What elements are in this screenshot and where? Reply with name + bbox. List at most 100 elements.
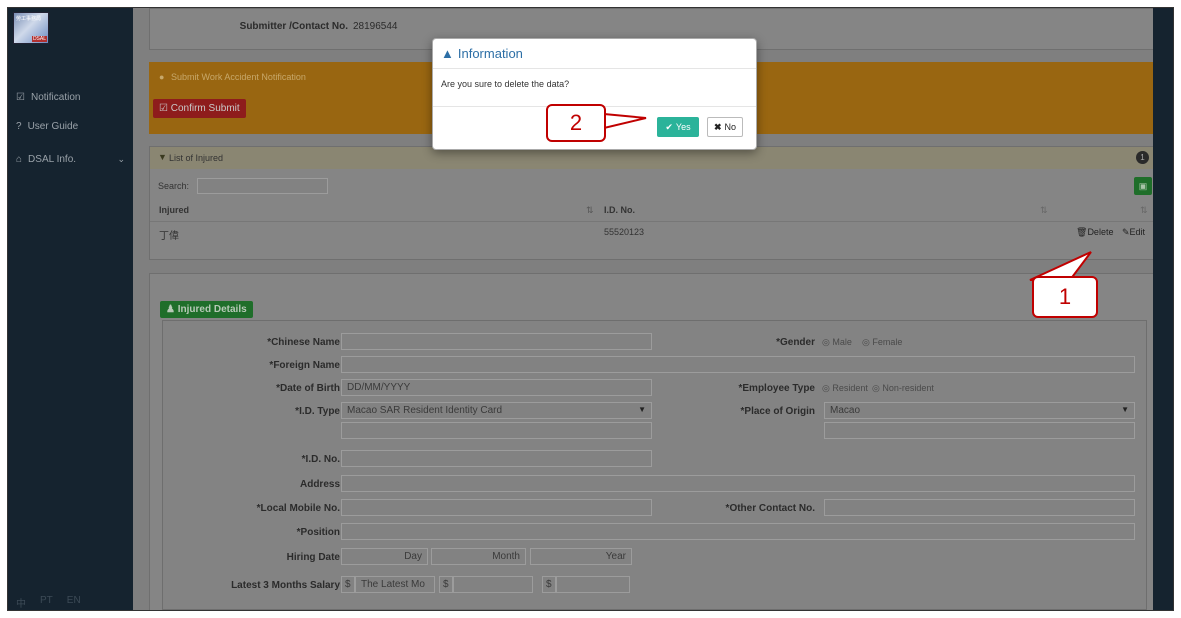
lang-en[interactable]: EN <box>67 595 81 610</box>
column-header-injured[interactable]: Injured <box>159 205 189 215</box>
column-header-id-no[interactable]: I.D. No. <box>604 205 635 215</box>
id-type-other-input[interactable] <box>341 422 652 439</box>
id-no-label: *I.D. No. <box>301 454 340 465</box>
local-mobile-label: *Local Mobile No. <box>256 503 340 514</box>
logo-badge: DSAL <box>31 36 47 42</box>
submit-section-title: Submit Work Accident Notification <box>171 72 306 82</box>
gender-radio-female[interactable]: ◎ Female <box>862 337 902 348</box>
browser-frame: 勞工事務局 DSAL ☑ Notification ? User Guide ⌂… <box>7 7 1174 611</box>
edit-label: Edit <box>1129 227 1146 237</box>
id-type-select[interactable]: Macao SAR Resident Identity Card ▼ <box>341 402 652 419</box>
dob-label: *Date of Birth <box>276 383 340 394</box>
employee-type-radio-non-resident[interactable]: ◎ Non-resident <box>872 383 934 394</box>
yes-button[interactable]: ✔ Yes <box>657 117 699 137</box>
confirm-submit-label: Confirm Submit <box>170 103 240 114</box>
dialog-header: ▲ Information <box>433 39 756 69</box>
search-label: Search: <box>158 181 190 191</box>
injured-list-header[interactable]: ▼ List of Injured 1 <box>150 147 1156 169</box>
gender-label: *Gender <box>776 337 815 348</box>
lang-zh[interactable]: 中 <box>16 595 26 610</box>
hiring-date-label: Hiring Date <box>286 552 340 563</box>
sidebar-item-dsal-info[interactable]: ⌂ DSAL Info. ⌄ <box>8 148 133 170</box>
logo-text: 勞工事務局 <box>16 16 42 22</box>
foreign-name-label: *Foreign Name <box>269 360 340 371</box>
chevron-down-icon: ▼ <box>158 152 167 162</box>
hiring-year-input[interactable]: Year <box>530 548 632 565</box>
lang-pt[interactable]: PT <box>40 595 53 610</box>
sidebar-item-notification[interactable]: ☑ Notification <box>8 86 133 108</box>
position-label: *Position <box>296 527 340 538</box>
delete-link[interactable]: 🗑Delete <box>1076 227 1113 238</box>
yes-label: Yes <box>675 122 691 132</box>
salary-month-3-input[interactable] <box>556 576 630 593</box>
language-switcher: 中 PT EN <box>16 595 81 610</box>
check-icon: ✔ <box>665 121 673 132</box>
dsal-logo[interactable]: 勞工事務局 DSAL <box>13 12 49 44</box>
salary-month-2-input[interactable] <box>453 576 533 593</box>
foreign-name-input[interactable] <box>341 356 1135 373</box>
employee-type-label: *Employee Type <box>738 383 815 394</box>
no-label: No <box>724 122 737 132</box>
scrollbar-track[interactable] <box>1153 8 1173 610</box>
gender-male-label: Male <box>832 337 852 347</box>
trash-icon: 🗑 <box>1076 227 1088 237</box>
search-input[interactable] <box>197 178 328 194</box>
other-contact-input[interactable] <box>824 499 1135 516</box>
injured-details-card: ♟ Injured Details *Chinese Name *Gender … <box>149 273 1157 610</box>
close-icon: ✖ <box>713 121 722 132</box>
callout-1: 1 <box>1032 276 1098 318</box>
resident-label: Resident <box>832 383 868 393</box>
submitter-value: 28196544 <box>353 21 398 32</box>
sidebar-item-label: User Guide <box>27 120 79 132</box>
currency-addon-1: $ <box>341 576 355 593</box>
hiring-day-input[interactable]: Day <box>341 548 428 565</box>
pencil-icon: ✎ <box>1122 227 1130 237</box>
injured-details-tab: ♟ Injured Details <box>160 301 253 318</box>
sort-icon[interactable]: ⇅ <box>1140 205 1148 216</box>
place-of-origin-other-input[interactable] <box>824 422 1135 439</box>
caret-down-icon: ▼ <box>1121 405 1129 414</box>
non-resident-label: Non-resident <box>882 383 934 393</box>
sidebar-item-user-guide[interactable]: ? User Guide <box>8 115 133 137</box>
sort-icon[interactable]: ⇅ <box>1040 205 1048 216</box>
edit-link[interactable]: ✎Edit <box>1122 227 1145 238</box>
confirm-submit-button[interactable]: ☑ Confirm Submit <box>153 99 246 118</box>
chinese-name-input[interactable] <box>341 333 652 350</box>
position-input[interactable] <box>341 523 1135 540</box>
chinese-name-label: *Chinese Name <box>267 337 340 348</box>
delete-label: Delete <box>1087 227 1114 237</box>
other-contact-label: *Other Contact No. <box>725 503 815 514</box>
submitter-label: Submitter /Contact No. <box>239 21 348 32</box>
excel-export-icon[interactable]: ▣ <box>1134 177 1152 195</box>
gender-female-label: Female <box>872 337 903 347</box>
home-icon: ⌂ <box>16 153 23 165</box>
address-input[interactable] <box>341 475 1135 492</box>
hiring-month-input[interactable]: Month <box>431 548 526 565</box>
info-icon: ● <box>159 72 165 82</box>
sidebar-item-label: DSAL Info. <box>28 153 77 165</box>
user-icon: ♟ <box>166 304 178 315</box>
no-button[interactable]: ✖ No <box>707 117 743 137</box>
sidebar-item-label: Notification <box>30 91 81 103</box>
salary-month-1-input[interactable]: The Latest Mo <box>355 576 435 593</box>
place-of-origin-select[interactable]: Macao ▼ <box>824 402 1135 419</box>
table-row: 丁偉 55520123 🗑Delete ✎Edit <box>150 221 1156 243</box>
place-of-origin-value: Macao <box>830 405 861 416</box>
local-mobile-input[interactable] <box>341 499 652 516</box>
chevron-down-icon: ⌄ <box>117 153 125 164</box>
caret-down-icon: ▼ <box>638 405 646 414</box>
address-label: Address <box>299 479 340 490</box>
id-no-input[interactable] <box>341 450 652 467</box>
gender-radio-male[interactable]: ◎ Male <box>822 337 852 348</box>
currency-addon-3: $ <box>542 576 556 593</box>
sort-icon[interactable]: ⇅ <box>586 205 594 216</box>
sidebar: 勞工事務局 DSAL ☑ Notification ? User Guide ⌂… <box>8 8 133 610</box>
id-no-cell: 55520123 <box>604 227 645 237</box>
employee-type-radio-resident[interactable]: ◎ Resident <box>822 383 868 394</box>
dialog-message: Are you sure to delete the data? <box>433 69 756 107</box>
injured-name-cell: 丁偉 <box>159 231 179 242</box>
injured-details-title: Injured Details <box>177 304 247 315</box>
question-icon: ? <box>16 120 22 132</box>
dob-input[interactable]: DD/MM/YYYY <box>341 379 652 396</box>
salary-label: Latest 3 Months Salary <box>231 580 340 591</box>
